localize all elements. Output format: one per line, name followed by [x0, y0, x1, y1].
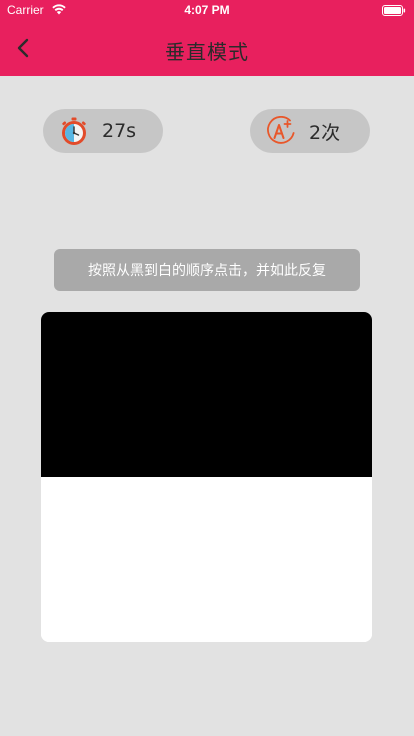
white-tile[interactable]	[41, 477, 372, 642]
status-bar: Carrier 4:07 PM	[0, 0, 414, 20]
grade-a-plus-icon	[267, 116, 295, 144]
instruction-tip: 按照从黑到白的顺序点击，并如此反复	[54, 249, 360, 291]
battery-icon	[382, 5, 406, 16]
timer-badge: 27s	[43, 109, 163, 153]
count-value: 2次	[309, 121, 341, 144]
count-badge: 2次	[250, 109, 370, 153]
timer-value: 27s	[102, 120, 137, 142]
status-time: 4:07 PM	[184, 3, 230, 17]
page-title: 垂直模式	[165, 40, 249, 64]
nav-bar: 垂直模式	[0, 20, 414, 76]
header: Carrier 4:07 PM 垂直模式	[0, 0, 414, 76]
tap-board	[41, 312, 372, 642]
black-tile[interactable]	[41, 312, 372, 477]
stopwatch-icon	[62, 117, 86, 145]
